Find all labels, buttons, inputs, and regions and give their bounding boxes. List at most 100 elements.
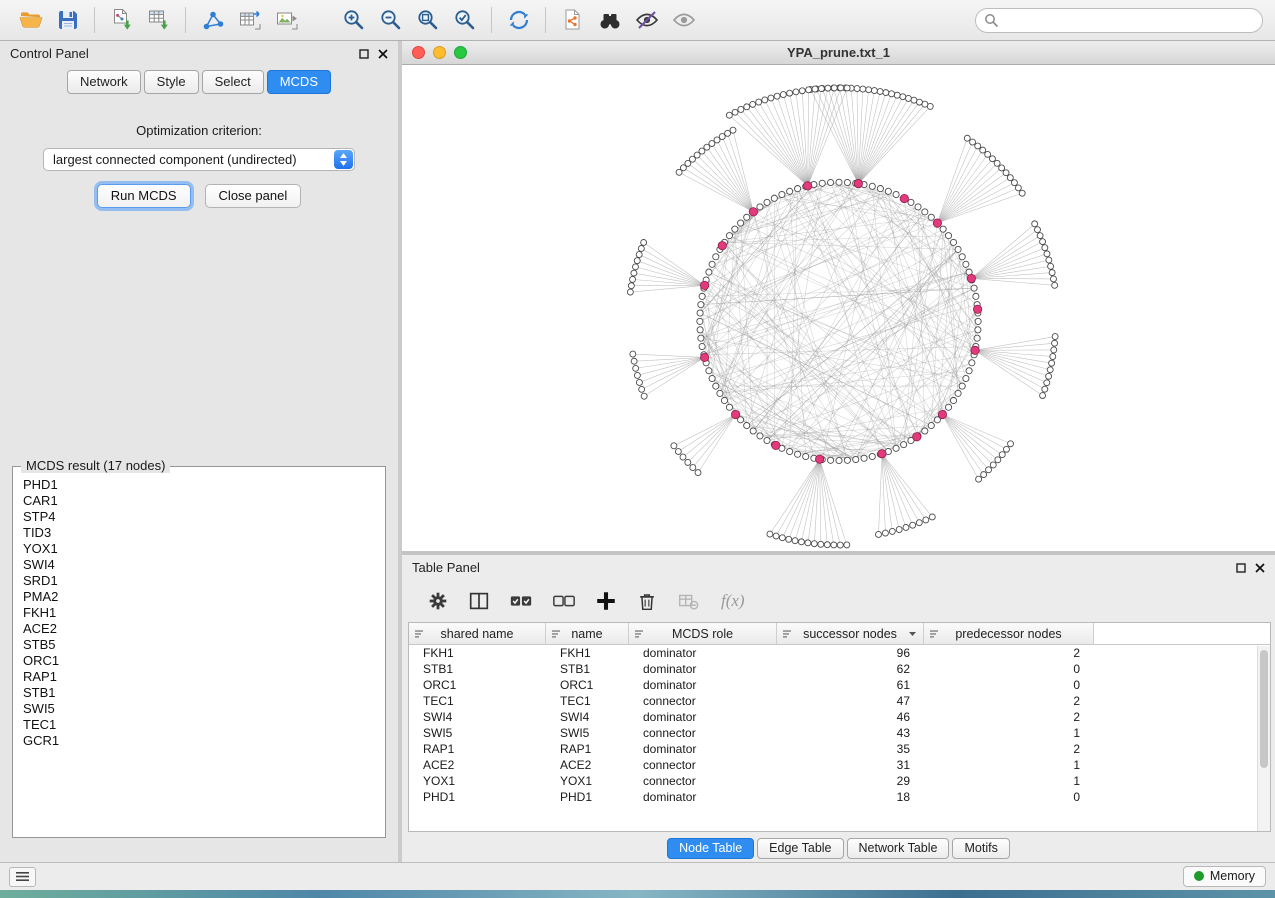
cell-shared_name: SWI4 (409, 710, 546, 724)
mcds-result-list[interactable]: PHD1CAR1STP4TID3YOX1SWI4SRD1PMA2FKH1ACE2… (23, 477, 382, 834)
folder-icon (18, 7, 44, 33)
cell-name: STB1 (546, 662, 629, 676)
share-document-button[interactable] (554, 4, 591, 36)
show-columns-button[interactable] (467, 589, 491, 613)
mcds-result-item[interactable]: STB5 (23, 637, 382, 653)
close-table-panel-icon[interactable] (1255, 563, 1265, 573)
cell-role: dominator (629, 742, 777, 756)
status-menu-button[interactable] (9, 867, 36, 887)
delete-column-button[interactable] (635, 589, 659, 613)
zoom-fit-icon (415, 7, 441, 33)
mcds-result-item[interactable]: PHD1 (23, 477, 382, 493)
cell-successors: 43 (777, 726, 924, 740)
zoom-out-button[interactable] (372, 4, 409, 36)
mcds-result-item[interactable]: STB1 (23, 685, 382, 701)
table-row-TEC1[interactable]: TEC1TEC1connector472 (409, 693, 1270, 709)
tab-network[interactable]: Network (67, 70, 141, 94)
mcds-result-item[interactable]: SWI4 (23, 557, 382, 573)
application-window: Control Panel NetworkStyleSelectMCDS Opt… (0, 0, 1275, 898)
save-session-button[interactable] (49, 4, 86, 36)
table-row-SWI4[interactable]: SWI4SWI4dominator462 (409, 709, 1270, 725)
table-row-RAP1[interactable]: RAP1RAP1dominator352 (409, 741, 1270, 757)
table-row-STB1[interactable]: STB1STB1dominator620 (409, 661, 1270, 677)
table-row-ORC1[interactable]: ORC1ORC1dominator610 (409, 677, 1270, 693)
column-header-MCDS-role[interactable]: MCDS role (629, 623, 777, 644)
share-network-button[interactable] (194, 4, 231, 36)
zoom-fit-button[interactable] (409, 4, 446, 36)
cell-role: dominator (629, 790, 777, 804)
tab-mcds[interactable]: MCDS (267, 70, 331, 94)
mcds-result-item[interactable]: TEC1 (23, 717, 382, 733)
run-mcds-button[interactable]: Run MCDS (97, 184, 191, 208)
network-graph[interactable] (402, 65, 1275, 551)
mcds-result-item[interactable]: CAR1 (23, 493, 382, 509)
hide-details-button[interactable] (628, 4, 665, 36)
table-row-PHD1[interactable]: PHD1PHD1dominator180 (409, 789, 1270, 805)
table-row-ACE2[interactable]: ACE2ACE2connector311 (409, 757, 1270, 773)
mcds-result-item[interactable]: YOX1 (23, 541, 382, 557)
window-minimize-button[interactable] (433, 46, 446, 59)
mcds-result-item[interactable]: ORC1 (23, 653, 382, 669)
cell-name: FKH1 (546, 646, 629, 660)
criterion-dropdown[interactable]: largest connected component (undirected) (43, 148, 355, 171)
import-table-button[interactable] (140, 4, 177, 36)
apply-layout-button[interactable] (500, 4, 537, 36)
find-button[interactable] (591, 4, 628, 36)
scrollbar-thumb[interactable] (1260, 650, 1268, 768)
tab-edge-table[interactable]: Edge Table (757, 838, 843, 859)
unchecked-boxes-icon (551, 589, 577, 613)
zoom-in-button[interactable] (335, 4, 372, 36)
column-header-successor-nodes[interactable]: successor nodes (777, 623, 924, 644)
column-header-shared-name[interactable]: shared name (409, 623, 546, 644)
window-close-button[interactable] (412, 46, 425, 59)
mcds-result-item[interactable]: PMA2 (23, 589, 382, 605)
mcds-result-item[interactable]: STP4 (23, 509, 382, 525)
column-header-name[interactable]: name (546, 623, 629, 644)
mcds-result-item[interactable]: SWI5 (23, 701, 382, 717)
select-all-button[interactable] (508, 589, 534, 613)
float-table-panel-icon[interactable] (1236, 563, 1246, 573)
network-window-titlebar[interactable]: YPA_prune.txt_1 (402, 41, 1275, 65)
cell-successors: 62 (777, 662, 924, 676)
tab-node-table[interactable]: Node Table (667, 838, 754, 859)
add-column-button[interactable] (594, 589, 618, 613)
sort-icon (551, 629, 561, 639)
table-scrollbar[interactable] (1257, 646, 1270, 831)
chevron-down-icon[interactable] (908, 631, 917, 637)
memory-button[interactable]: Memory (1183, 866, 1266, 887)
column-header-predecessor-nodes[interactable]: predecessor nodes (924, 623, 1094, 644)
export-image-button[interactable] (268, 4, 305, 36)
network-view-window: YPA_prune.txt_1 (402, 41, 1275, 555)
zoom-selected-button[interactable] (446, 4, 483, 36)
node-table-body: FKH1FKH1dominator962STB1STB1dominator620… (409, 645, 1270, 805)
status-bar: Memory (0, 862, 1275, 890)
mcds-result-item[interactable]: RAP1 (23, 669, 382, 685)
import-network-button[interactable] (103, 4, 140, 36)
open-session-button[interactable] (12, 4, 49, 36)
mcds-result-item[interactable]: TID3 (23, 525, 382, 541)
table-row-YOX1[interactable]: YOX1YOX1connector291 (409, 773, 1270, 789)
search-input[interactable] (975, 8, 1263, 33)
mcds-result-item[interactable]: FKH1 (23, 605, 382, 621)
mcds-result-item[interactable]: ACE2 (23, 621, 382, 637)
window-maximize-button[interactable] (454, 46, 467, 59)
close-panel-icon[interactable] (378, 49, 388, 59)
close-mcds-panel-button[interactable]: Close panel (205, 184, 302, 208)
table-row-FKH1[interactable]: FKH1FKH1dominator962 (409, 645, 1270, 661)
tab-style[interactable]: Style (144, 70, 199, 94)
table-settings-button[interactable] (426, 589, 450, 613)
tab-network-table[interactable]: Network Table (847, 838, 950, 859)
export-table-button[interactable] (231, 4, 268, 36)
show-details-button[interactable] (665, 4, 702, 36)
function-builder-button[interactable]: f(x) (721, 591, 745, 611)
deselect-all-button[interactable] (551, 589, 577, 613)
cell-successors: 96 (777, 646, 924, 660)
mcds-result-item[interactable]: GCR1 (23, 733, 382, 749)
tab-motifs[interactable]: Motifs (952, 838, 1009, 859)
table-row-SWI5[interactable]: SWI5SWI5connector431 (409, 725, 1270, 741)
memory-label: Memory (1210, 869, 1255, 883)
mcds-result-item[interactable]: SRD1 (23, 573, 382, 589)
float-panel-icon[interactable] (359, 49, 369, 59)
tab-select[interactable]: Select (202, 70, 264, 94)
cell-name: SWI5 (546, 726, 629, 740)
